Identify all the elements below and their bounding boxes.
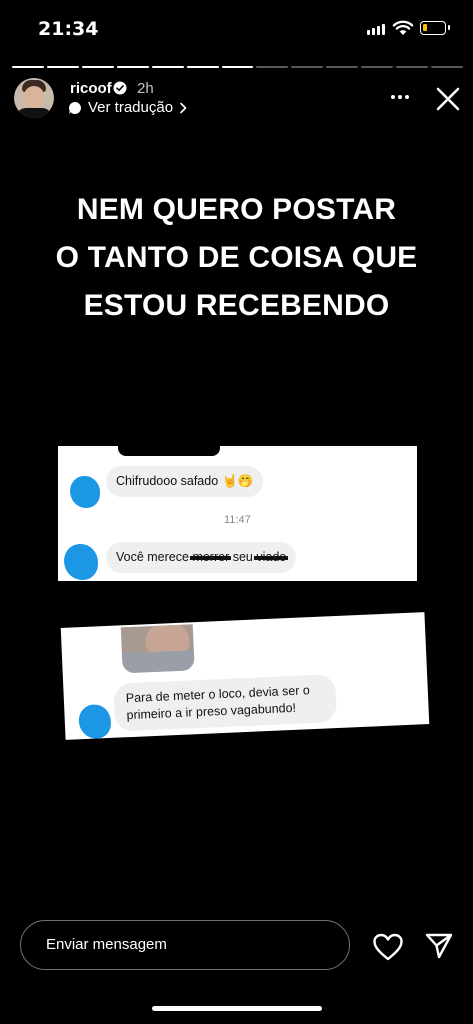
message-text: Chifrudooo safado bbox=[116, 474, 219, 488]
story-progress-segment bbox=[361, 66, 394, 68]
headline-line-2: O TANTO DE COISA QUE bbox=[55, 241, 418, 274]
status-bar: 21:34 bbox=[0, 0, 473, 60]
message-bubble: Você merece morrer seu viado bbox=[106, 542, 297, 573]
post-time: 2h bbox=[137, 80, 154, 97]
story-progress-segment bbox=[81, 66, 114, 68]
story-progress-segment bbox=[151, 66, 184, 68]
message-text: Você merece bbox=[116, 550, 193, 564]
story-progress-bar bbox=[12, 66, 463, 68]
message-emoji: 🤘🤭 bbox=[222, 474, 254, 488]
phone-notch bbox=[118, 446, 220, 456]
message-bubble: Para de meter o loco, devia ser o primei… bbox=[113, 674, 338, 732]
translate-link[interactable]: Ver tradução bbox=[68, 99, 187, 116]
status-time: 21:34 bbox=[38, 18, 99, 40]
story-progress-segment bbox=[256, 66, 289, 68]
close-button[interactable] bbox=[433, 84, 463, 114]
avatar[interactable] bbox=[14, 78, 54, 118]
headline-line-1: NEM QUERO POSTAR bbox=[76, 193, 397, 226]
wifi-icon bbox=[392, 20, 414, 35]
verified-icon bbox=[113, 81, 127, 95]
home-indicator bbox=[152, 1006, 322, 1011]
story-progress-segment bbox=[12, 66, 44, 68]
story-progress-segment bbox=[186, 66, 219, 68]
reply-input[interactable]: Enviar mensagem bbox=[20, 920, 350, 970]
story-progress-segment bbox=[291, 66, 324, 68]
more-options-button[interactable] bbox=[388, 87, 412, 107]
redacted-avatar bbox=[70, 476, 100, 508]
message-timestamp: 11:47 bbox=[224, 514, 251, 526]
battery-icon bbox=[420, 21, 450, 35]
reply-placeholder: Enviar mensagem bbox=[46, 936, 167, 953]
struck-word: morrer bbox=[192, 550, 230, 564]
story-progress-segment bbox=[221, 66, 254, 68]
shared-photo bbox=[120, 624, 195, 674]
story-headline: NEM QUERO POSTAR O TANTO DE COISA QUE ES… bbox=[0, 186, 473, 330]
redacted-avatar bbox=[78, 703, 112, 740]
story-progress-segment bbox=[326, 66, 359, 68]
chevron-right-icon bbox=[180, 102, 187, 113]
story-progress-segment bbox=[396, 66, 429, 68]
story-progress-segment bbox=[46, 66, 79, 68]
message-bubble: Chifrudooo safado 🤘🤭 bbox=[106, 466, 264, 497]
signal-icon bbox=[367, 24, 385, 35]
story-progress-segment bbox=[116, 66, 149, 68]
message-text: seu bbox=[229, 550, 257, 564]
translate-icon bbox=[69, 101, 81, 114]
heart-icon[interactable] bbox=[372, 932, 404, 962]
story-progress-segment bbox=[431, 66, 463, 68]
struck-word: viado bbox=[256, 550, 287, 564]
send-icon[interactable] bbox=[424, 932, 454, 960]
message-screenshot-2: Para de meter o loco, devia ser o primei… bbox=[60, 612, 430, 740]
headline-line-3: ESTOU RECEBENDO bbox=[83, 289, 390, 322]
more-icon bbox=[391, 95, 395, 99]
username[interactable]: ricoof bbox=[70, 80, 112, 97]
redacted-avatar bbox=[64, 544, 98, 580]
translate-label: Ver tradução bbox=[88, 99, 174, 116]
message-screenshot-1: Chifrudooo safado 🤘🤭 11:47 Você merece m… bbox=[58, 446, 417, 581]
